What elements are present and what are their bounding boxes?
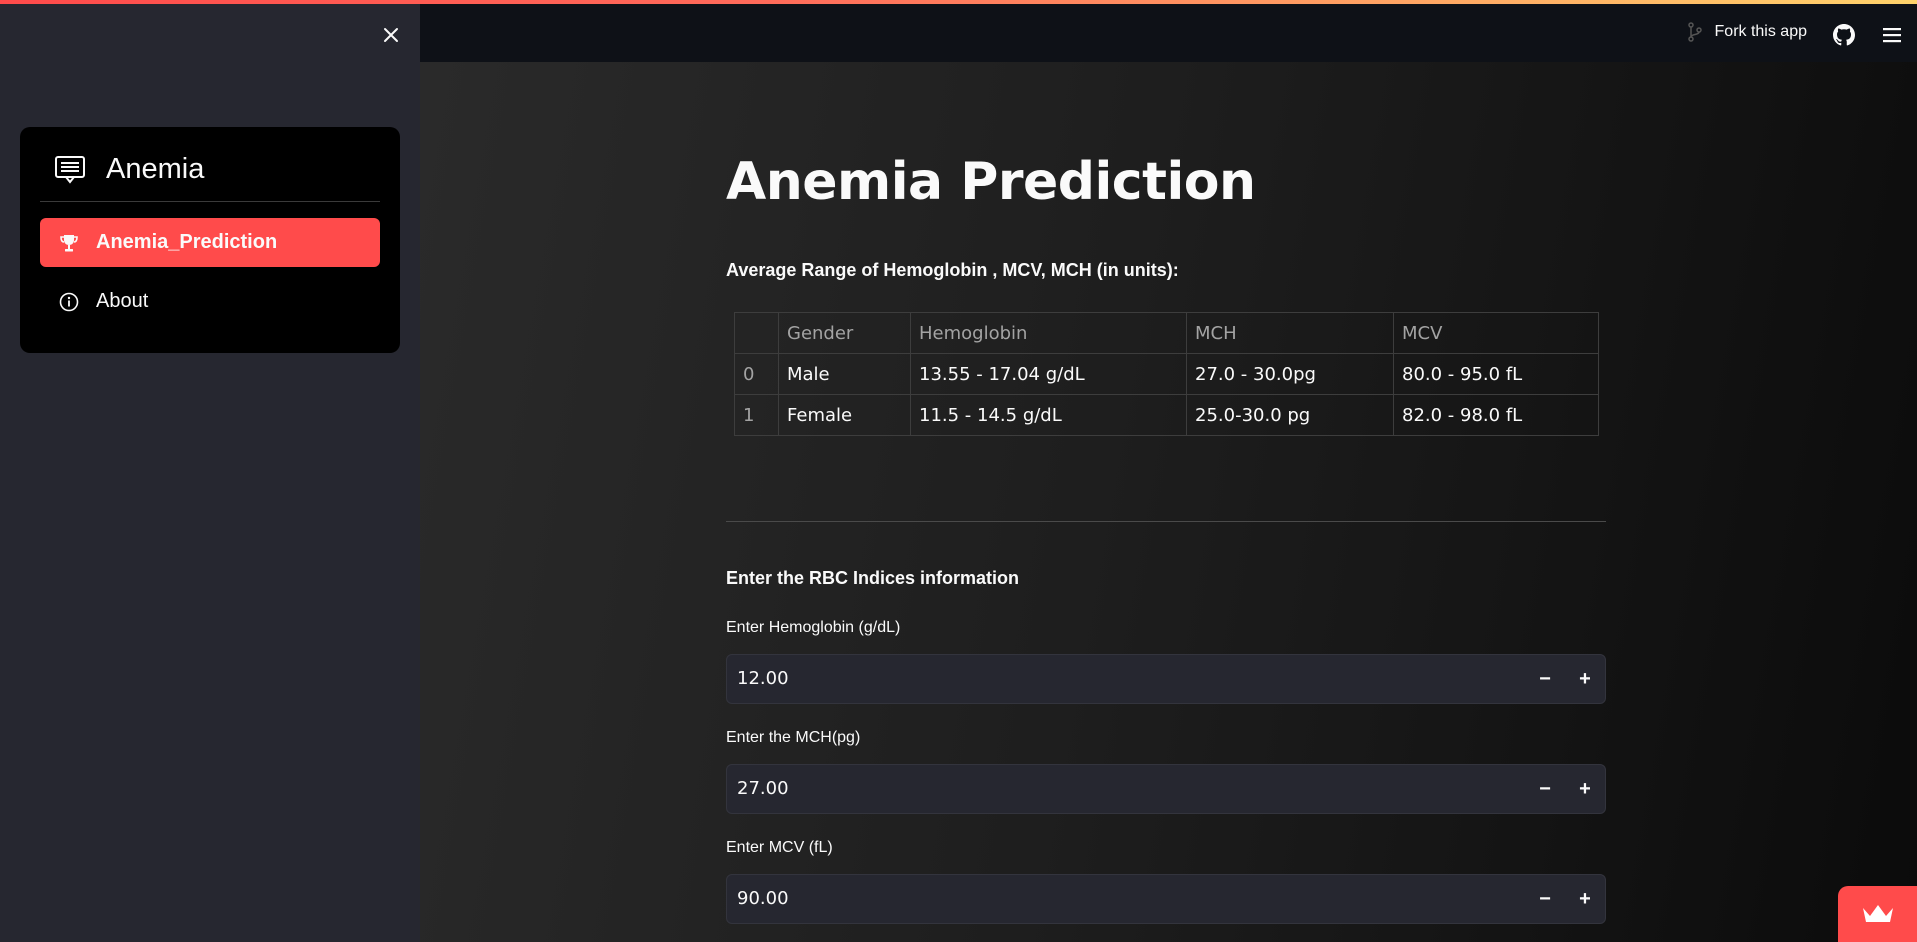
hemoglobin-input[interactable]: 12.00 − + <box>726 654 1606 704</box>
menu-divider <box>40 201 380 202</box>
mcv-increment-button[interactable]: + <box>1565 875 1605 923</box>
mcv-input[interactable]: 90.00 − + <box>726 874 1606 924</box>
mcv-label: Enter MCV (fL) <box>726 839 833 856</box>
hemoglobin-decrement-button[interactable]: − <box>1525 655 1565 703</box>
mch-input[interactable]: 27.00 − + <box>726 764 1606 814</box>
top-decoration-bar <box>0 0 1917 4</box>
mcv-decrement-button[interactable]: − <box>1525 875 1565 923</box>
menu-header: Anemia <box>54 147 204 191</box>
table-cell: 27.0 - 30.0pg <box>1186 353 1394 395</box>
table-row: 1 Female 11.5 - 14.5 g/dL 25.0-30.0 pg 8… <box>734 394 1599 436</box>
table-header-row: Gender Hemoglobin MCH MCV <box>734 312 1599 354</box>
mch-decrement-button[interactable]: − <box>1525 765 1565 813</box>
hemoglobin-increment-button[interactable]: + <box>1565 655 1605 703</box>
fork-icon <box>1687 22 1705 42</box>
info-circle-icon <box>58 291 80 313</box>
table-cell: 0 <box>734 353 779 395</box>
mcv-value[interactable]: 90.00 <box>737 875 789 923</box>
table-row: 0 Male 13.55 - 17.04 g/dL 27.0 - 30.0pg … <box>734 353 1599 395</box>
mch-increment-button[interactable]: + <box>1565 765 1605 813</box>
mch-label: Enter the MCH(pg) <box>726 729 861 746</box>
column-header-gender: Gender <box>778 312 911 354</box>
github-icon[interactable] <box>1833 24 1855 46</box>
hamburger-menu-icon[interactable] <box>1881 24 1903 46</box>
reference-ranges-table: Gender Hemoglobin MCH MCV 0 Male 13.55 -… <box>734 312 1599 436</box>
option-menu: Anemia Anemia_Prediction About <box>20 127 400 353</box>
table-cell: 13.55 - 17.04 g/dL <box>910 353 1187 395</box>
sidebar-item-label: Anemia_Prediction <box>96 231 278 253</box>
sidebar: Anemia Anemia_Prediction About <box>0 0 420 942</box>
hemoglobin-label: Enter Hemoglobin (g/dL) <box>726 619 901 636</box>
table-cell: 82.0 - 98.0 fL <box>1393 394 1599 436</box>
section-divider <box>726 521 1606 522</box>
main-area: Anemia Prediction Average Range of Hemog… <box>420 62 1917 942</box>
table-cell: 25.0-30.0 pg <box>1186 394 1394 436</box>
newspaper-icon <box>54 153 86 185</box>
table-cell: Male <box>778 353 911 395</box>
fork-app-button[interactable]: Fork this app <box>1687 22 1807 42</box>
column-header-mch: MCH <box>1186 312 1394 354</box>
table-cell: 1 <box>734 394 779 436</box>
column-header-index <box>734 312 779 354</box>
table-cell: 80.0 - 95.0 fL <box>1393 353 1599 395</box>
form-heading: Enter the RBC Indices information <box>726 568 1020 588</box>
menu-title: Anemia <box>106 152 205 185</box>
sidebar-item-about[interactable]: About <box>40 277 380 326</box>
column-header-mcv: MCV <box>1393 312 1599 354</box>
hemoglobin-value[interactable]: 12.00 <box>737 655 789 703</box>
crown-icon[interactable] <box>1838 886 1917 942</box>
column-header-hemoglobin: Hemoglobin <box>910 312 1187 354</box>
mch-value[interactable]: 27.00 <box>737 765 789 813</box>
table-cell: Female <box>778 394 911 436</box>
table-cell: 11.5 - 14.5 g/dL <box>910 394 1187 436</box>
sidebar-item-anemia-prediction[interactable]: Anemia_Prediction <box>40 218 380 267</box>
fork-label: Fork this app <box>1714 23 1807 40</box>
sidebar-item-label: About <box>96 290 149 312</box>
page-title: Anemia Prediction <box>726 152 1256 212</box>
trophy-icon <box>58 232 80 254</box>
close-icon[interactable] <box>380 24 402 46</box>
range-heading: Average Range of Hemoglobin , MCV, MCH (… <box>726 260 1179 280</box>
app-header: Fork this app <box>420 4 1917 62</box>
